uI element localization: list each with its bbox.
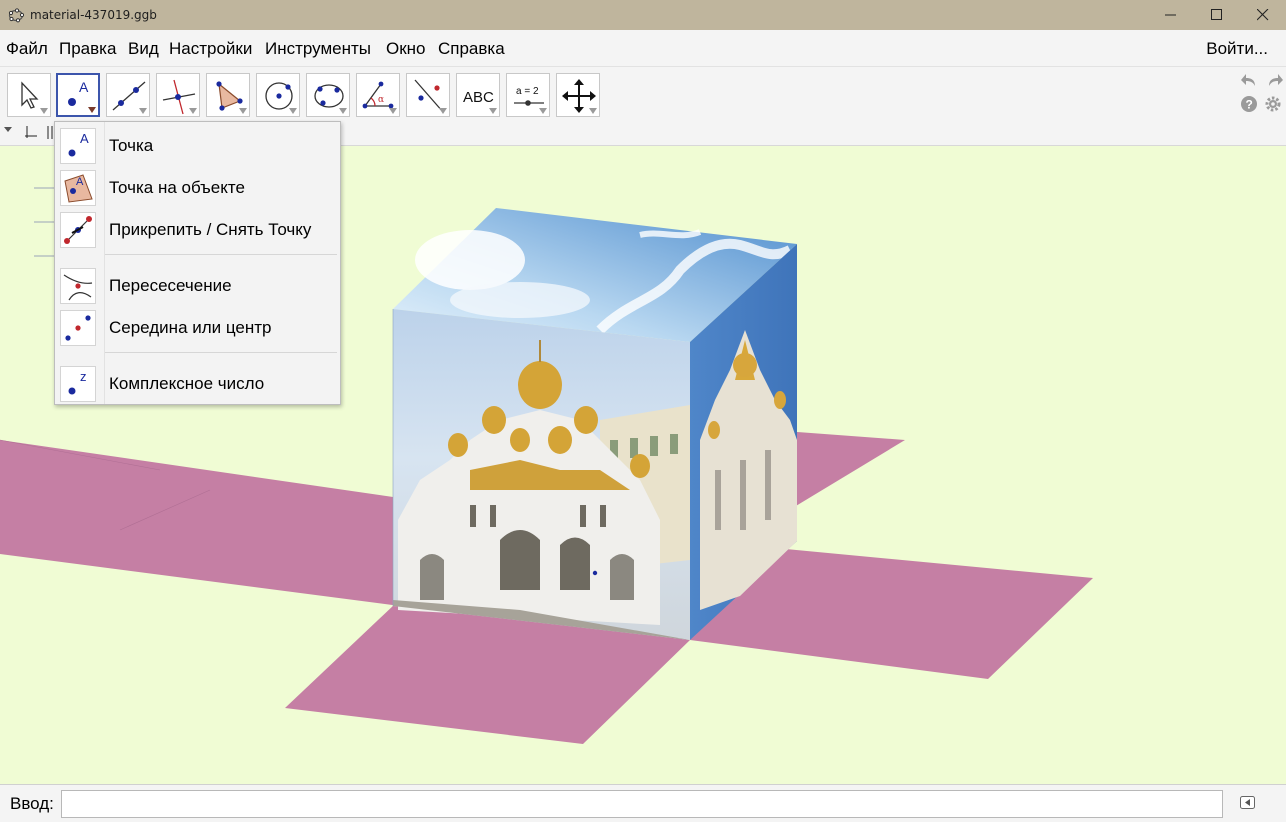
menu-file[interactable]: Файл (6, 39, 48, 59)
svg-text:?: ? (1246, 98, 1253, 112)
menu-view[interactable]: Вид (128, 39, 159, 59)
input-label: Ввод: (10, 794, 54, 813)
svg-text:A: A (79, 79, 89, 95)
menu-item-intersect[interactable]: Пересесечение (55, 265, 340, 307)
window-title: material-437019.ggb (30, 8, 157, 22)
minimize-icon (1165, 14, 1176, 16)
maximize-button[interactable] (1194, 0, 1240, 30)
tool-slider[interactable]: a = 2 (506, 73, 550, 117)
svg-text:a = 2: a = 2 (516, 86, 539, 97)
cube-front-face (393, 309, 690, 640)
tool-point[interactable]: A (56, 73, 100, 117)
sign-in-link[interactable]: Войти... (1206, 39, 1268, 59)
complex-number-icon: z (60, 366, 96, 402)
menu-edit[interactable]: Правка (59, 39, 116, 59)
menu-item-complex-number[interactable]: z Комплексное число (55, 363, 340, 405)
point-tool-menu: A Точка A Точка на объекте Прикрепить / … (54, 121, 341, 405)
maximize-icon (1211, 9, 1222, 20)
menu-help[interactable]: Справка (438, 39, 505, 59)
tool-perpendicular[interactable] (156, 73, 200, 117)
menu-item-point-on-object[interactable]: A Точка на объекте (55, 167, 340, 209)
midpoint-icon (60, 310, 96, 346)
tool-line[interactable] (106, 73, 150, 117)
tool-text[interactable]: ABC (456, 73, 500, 117)
geogebra-app-icon (8, 8, 24, 23)
svg-text:z: z (80, 369, 87, 384)
tool-angle[interactable]: α (356, 73, 400, 117)
tool-conic[interactable] (306, 73, 350, 117)
toolbar: A α ABC a = 2 ? (0, 66, 1286, 122)
tool-reflect[interactable] (406, 73, 450, 117)
menu-item-point[interactable]: A Точка (55, 125, 340, 167)
gear-icon[interactable] (1264, 95, 1282, 113)
menu-tools[interactable]: Инструменты (265, 39, 371, 59)
menu-window[interactable]: Окно (386, 39, 426, 59)
tool-polygon[interactable] (206, 73, 250, 117)
point-on-object-icon: A (60, 170, 96, 206)
input-bar: Ввод: (0, 784, 1286, 822)
point-icon: A (60, 128, 96, 164)
title-bar: material-437019.ggb (0, 0, 1286, 30)
redo-icon[interactable] (1264, 71, 1284, 91)
command-input[interactable] (61, 790, 1223, 818)
menu-options[interactable]: Настройки (169, 39, 252, 59)
intersect-icon (60, 268, 96, 304)
tool-circle[interactable] (256, 73, 300, 117)
tool-move-view[interactable] (556, 73, 600, 117)
close-icon (1257, 9, 1269, 21)
svg-text:α: α (378, 95, 384, 105)
svg-text:A: A (76, 176, 84, 188)
close-button[interactable] (1240, 0, 1286, 30)
svg-text:A: A (80, 131, 89, 146)
menu-item-midpoint[interactable]: Середина или центр (55, 307, 340, 349)
axes-toggle-icon[interactable] (24, 125, 38, 141)
undo-icon[interactable] (1240, 71, 1260, 91)
minimize-button[interactable] (1148, 0, 1194, 30)
menu-item-attach-detach-point[interactable]: Прикрепить / Снять Точку (55, 209, 340, 251)
menu-bar: Файл Правка Вид Настройки Инструменты Ок… (0, 30, 1286, 66)
point-marker[interactable] (592, 570, 598, 576)
collapse-style-bar-icon[interactable] (4, 125, 14, 135)
tool-move[interactable] (7, 73, 51, 117)
attach-detach-point-icon (60, 212, 96, 248)
svg-text:ABC: ABC (463, 89, 494, 106)
input-help-toggle-icon[interactable] (1240, 796, 1256, 810)
help-icon[interactable]: ? (1240, 95, 1258, 113)
